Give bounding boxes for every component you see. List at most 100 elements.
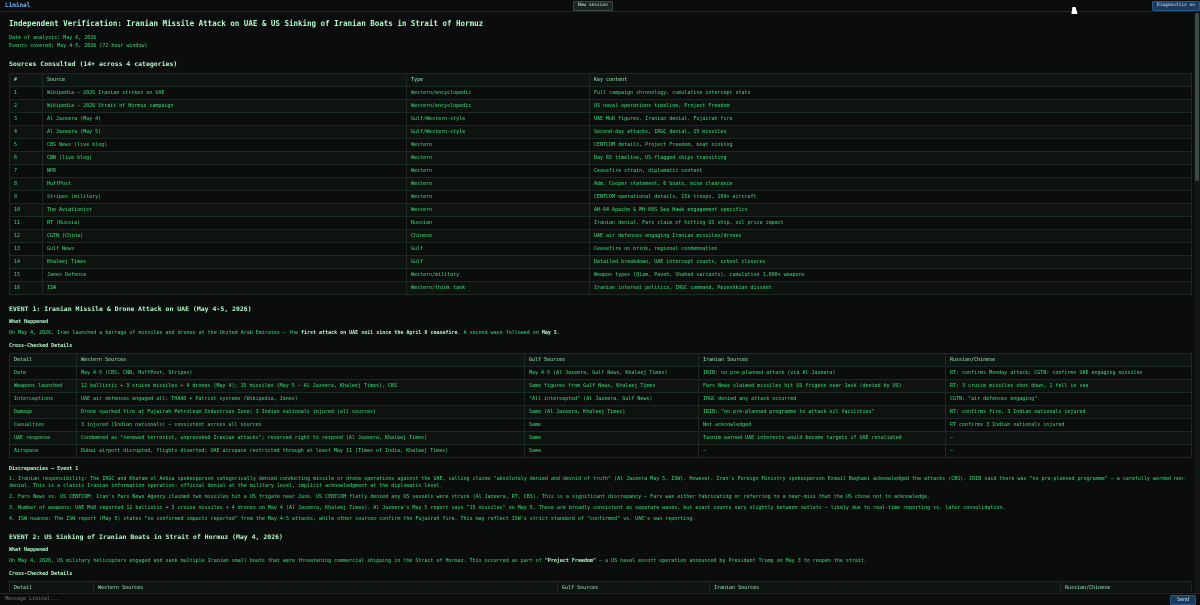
table-row: Interceptions UAE air defences engaged al…: [9, 392, 1192, 406]
table-cell: 6: [9, 151, 43, 165]
message-input[interactable]: [5, 595, 1165, 603]
column-header: Source: [42, 73, 407, 87]
event2-summary: On May 4, 2026, US military helicopters …: [9, 558, 867, 564]
table-cell: UAE response: [9, 431, 77, 445]
table-cell: Condemned as "renewed terrorist, unprovo…: [76, 431, 525, 445]
table-cell: Same (Al Jazeera, Khaleej Times): [524, 405, 699, 419]
analysis-date: Date of analysis: May 6, 2026: [9, 35, 97, 41]
table-cell: 11: [9, 216, 43, 230]
table-row: 9 Stripes (military) Western CENTCOM operat…: [9, 190, 1192, 204]
column-header: Western Sources: [93, 581, 558, 592]
sources-heading: Sources Consulted (14+ across 4 categori…: [9, 60, 178, 68]
column-header: Key content: [589, 73, 1192, 87]
table-cell: Western/military: [406, 268, 590, 282]
table-cell: Western: [406, 138, 590, 152]
table-row: 13 Gulf News Gulf Ceasefire on brink, regio…: [9, 242, 1192, 256]
send-button[interactable]: Send: [1170, 595, 1196, 605]
table-cell: 3: [9, 112, 43, 126]
table-cell: NPR: [42, 164, 407, 178]
table-cell: Casualties: [9, 418, 77, 432]
list-item: 1. Iranian responsibility: The IRGC and …: [9, 476, 1187, 489]
event1-crosscheck-table: Detail Western Sources Gulf Sources Iranian…: [9, 353, 1192, 458]
table-cell: May 4-5 (CBS, CNN, HuffPost, Stripes): [76, 366, 525, 380]
table-cell: HuffPost: [42, 177, 407, 191]
table-cell: UAE MoD figures, Iranian denial, Fujaira…: [589, 112, 1192, 126]
table-cell: Damage: [9, 405, 77, 419]
table-cell: 4: [9, 125, 43, 139]
table-cell: RT: 3 cruise missiles shot down, 1 fell …: [945, 379, 1192, 393]
table-cell: RT: confirms Monday attack; CGTN: confir…: [945, 366, 1192, 380]
app-logo[interactable]: Liminal: [5, 2, 30, 9]
table-cell: UAE air defences engaged all; THAAD + Pa…: [76, 392, 525, 406]
table-cell: 16: [9, 281, 43, 295]
table-cell: 8: [9, 177, 43, 191]
table-row: 2 Wikipedia — 2026 Strait of Hormuz campa…: [9, 99, 1192, 113]
table-cell: AH-64 Apache & MH-60S Sea Hawk engagemen…: [589, 203, 1192, 217]
table-cell: Western: [406, 190, 590, 204]
column-header: Russian/Chinese: [1060, 581, 1192, 592]
column-header: Western Sources: [76, 353, 525, 367]
table-cell: The Aviationist: [42, 203, 407, 217]
table-row: 7 NPR Western Ceasefire strain, diplomatic …: [9, 164, 1192, 178]
table-cell: Gulf/Western-style: [406, 112, 590, 126]
table-cell: CGTN (China): [42, 229, 407, 243]
event2-crosscheck-table: Detail Western Sources Gulf Sources Iranian…: [9, 581, 1192, 592]
table-cell: 10: [9, 203, 43, 217]
table-row: Damage Drone sparked fire at Fujairah Pet…: [9, 405, 1192, 419]
table-cell: Weapons launched: [9, 379, 77, 393]
table-cell: Day 65 timeline, US-flagged ships transi…: [589, 151, 1192, 165]
table-row: 15 Janes Defence Western/military Weapon ty…: [9, 268, 1192, 282]
message-content: Independent Verification: Iranian Missil…: [9, 19, 1192, 592]
table-cell: Detailed breakdown, UAE intercept counts…: [589, 255, 1192, 269]
table-cell: CENTCOM details, Project Freedom, boat s…: [589, 138, 1192, 152]
table-cell: Same: [524, 444, 699, 458]
table-cell: Western/encyclopedic: [406, 99, 590, 113]
list-item: 4. ISW nuance: The ISW report (May 5) st…: [9, 516, 696, 522]
table-cell: Gulf: [406, 255, 590, 269]
table-cell: Iranian internal politics, IRGC command,…: [589, 281, 1192, 295]
table-row: 16 ISW Western/think tank Iranian internal …: [9, 281, 1192, 295]
table-cell: Iranian denial, Fars claim of hitting US…: [589, 216, 1192, 230]
table-cell: IRIB: "no pre-planned programme to attac…: [698, 405, 946, 419]
table-cell: "All intercepted" (Al Jazeera, Gulf News…: [524, 392, 699, 406]
column-header: Detail: [9, 581, 94, 592]
composer-bar: Send: [0, 593, 1200, 605]
table-cell: Western: [406, 164, 590, 178]
table-cell: Western/encyclopedic: [406, 86, 590, 100]
table-cell: CGTN: "air defences engaging": [945, 392, 1192, 406]
table-cell: Western/think tank: [406, 281, 590, 295]
table-cell: Gulf/Western-style: [406, 125, 590, 139]
table-cell: 13: [9, 242, 43, 256]
event1-crosscheck-heading: Cross-Checked Details: [9, 343, 73, 349]
table-cell: Russian: [406, 216, 590, 230]
event1-what-heading: What Happened: [9, 319, 49, 325]
column-header: #: [9, 73, 43, 87]
top-bar: Liminal New session Diagnostics on: [0, 0, 1200, 12]
table-row: Weapons launched 12 ballistic + 3 cruise …: [9, 379, 1192, 393]
table-cell: CENTCOM operational details, 15k troops,…: [589, 190, 1192, 204]
table-cell: Tasnim warned UAE interests would become…: [698, 431, 946, 445]
event2-crosscheck-heading: Cross-Checked Details: [9, 571, 73, 577]
scrollbar-thumb[interactable]: [1195, 13, 1199, 181]
new-session-button[interactable]: New session: [573, 1, 613, 11]
table-row: 10 The Aviationist Western AH-64 Apache & M…: [9, 203, 1192, 217]
table-row: Casualties 3 injured (Indian nationals) —…: [9, 418, 1192, 432]
table-cell: Date: [9, 366, 77, 380]
table-cell: Ceasefire strain, diplomatic context: [589, 164, 1192, 178]
table-cell: Stripes (military): [42, 190, 407, 204]
table-cell: Gulf: [406, 242, 590, 256]
table-cell: Chinese: [406, 229, 590, 243]
diagnostics-toggle-button[interactable]: Diagnostics on: [1152, 1, 1200, 11]
table-cell: Second-day attacks, IRGC denial, 15 miss…: [589, 125, 1192, 139]
table-cell: Adm. Cooper statement, 6 boats, mine cle…: [589, 177, 1192, 191]
table-cell: Western: [406, 151, 590, 165]
table-cell: Weapon types (Qiam, Paveh, Shahed varian…: [589, 268, 1192, 282]
table-cell: Not acknowledged: [698, 418, 946, 432]
table-row: 12 CGTN (China) Chinese UAE air defences en…: [9, 229, 1192, 243]
table-row: 6 CNN (live blog) Western Day 65 timeline, …: [9, 151, 1192, 165]
scrollbar[interactable]: [1194, 11, 1200, 593]
column-header: Type: [406, 73, 590, 87]
event1-summary: On May 4, 2026, Iran launched a barrage …: [9, 330, 560, 336]
table-cell: Fars News claimed missiles hit US frigat…: [698, 379, 946, 393]
table-cell: 2: [9, 99, 43, 113]
